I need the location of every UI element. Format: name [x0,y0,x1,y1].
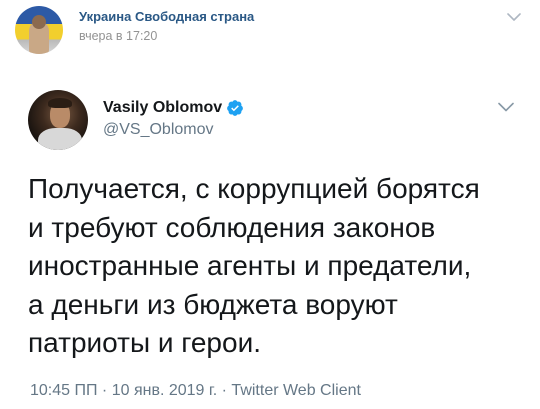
tweet-author-name[interactable]: Vasily Oblomov [103,99,222,117]
post-header: Украина Свободная страна вчера в 17:20 [15,6,525,54]
avatar-hair [48,98,72,108]
tweet-text-line: иностранные агенты и предатели, [28,250,472,281]
tweet-author-handle[interactable]: @VS_Oblomov [103,121,214,139]
verified-badge-icon [227,100,244,116]
tweet-text: Получается, с коррупцией борятся и требу… [28,170,528,363]
tweet-timestamp-source[interactable]: 10:45 ПП · 10 янв. 2019 г. · Twitter Web… [30,382,361,400]
tweet-text-line: а деньги из бюджета воруют [28,288,398,320]
chevron-down-icon[interactable] [498,102,514,112]
avatar-shirt [38,128,82,150]
group-avatar[interactable] [15,6,63,54]
tweet-text-line: патриоты и герои. [28,327,261,358]
avatar-figure-head [32,15,46,29]
tweet-text-line: Получается, с коррупцией борятся [28,173,480,204]
tweet-author-row: Vasily Oblomov [103,98,244,118]
chevron-down-icon[interactable] [507,12,521,22]
group-name-link[interactable]: Украина Свободная страна [79,9,254,24]
tweet-text-line: и требуют соблюдения законов [28,211,436,243]
post-time-link[interactable]: вчера в 17:20 [79,29,157,43]
tweet-author-avatar[interactable] [28,90,88,150]
tweet-embed: Vasily Oblomov @VS_Oblomov Получается, с… [0,72,540,409]
vk-post: Украина Свободная страна вчера в 17:20 V… [0,0,540,409]
